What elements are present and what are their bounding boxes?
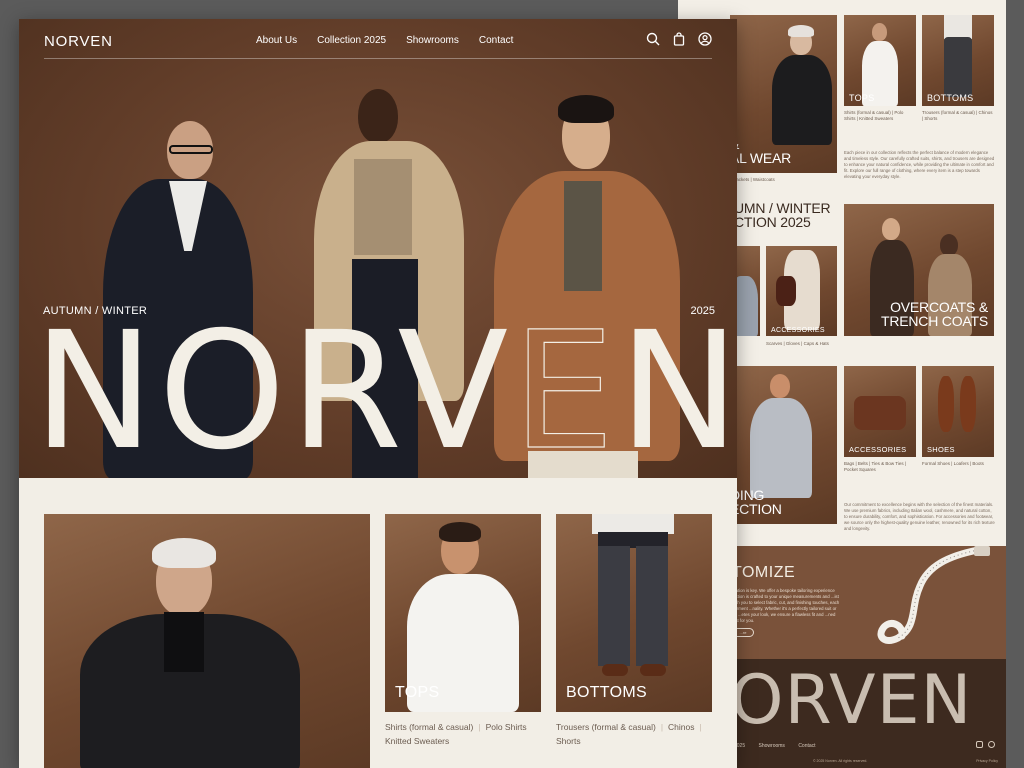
back-overcoats-label: OVERCOATS & TRENCH COATS: [880, 299, 988, 329]
nav-showrooms[interactable]: Showrooms: [406, 35, 459, 46]
back-acc-items-2: Bags | Belts | Ties & Bow Ties | Pocket …: [844, 461, 907, 472]
back-tops-items: Shirts (formal & casual) | Polo Shirts |…: [844, 110, 904, 121]
nav-icons: [646, 32, 712, 46]
back-paragraph-2: Our commitment to excellence begins with…: [844, 502, 995, 531]
nav-collection-2025[interactable]: Collection 2025: [317, 35, 386, 46]
tops-card[interactable]: TOPS: [385, 514, 541, 712]
back-footer-link-contact[interactable]: Contact: [798, 743, 815, 749]
back-copyright: © 2025 Norven. All rights reserved.: [813, 759, 868, 763]
back-acc-items-1: Scarves | Gloves | Caps & Hats: [766, 341, 829, 346]
instagram-icon[interactable]: [976, 741, 983, 748]
front-page: NORVEN About Us Collection 2025 Showroom…: [19, 19, 737, 768]
back-aw-title: UMN / WINTER CTION 2025: [734, 200, 831, 230]
privacy-policy-link[interactable]: Privacy Policy: [976, 759, 998, 763]
back-bottoms-card[interactable]: BOTTOMS: [922, 15, 994, 106]
bottoms-item[interactable]: Chinos: [668, 722, 694, 732]
tops-items: Shirts (formal & casual) | Polo Shirts Kni…: [385, 722, 527, 746]
back-accessories-label: ACCESSORIES: [771, 327, 825, 334]
back-shoes-label: SHOES: [927, 445, 955, 454]
back-bottoms-items: Trousers (formal & casual) | Chinos | Sh…: [922, 110, 993, 121]
back-overcoats-card[interactable]: OVERCOATS & TRENCH COATS: [844, 204, 994, 336]
back-shoes-card[interactable]: SHOES: [922, 366, 994, 457]
customize-text: ...ation is key. We offer a bespoke tail…: [732, 588, 840, 623]
back-footer-wordmark: ORVEN: [730, 661, 973, 740]
nav-links: About Us Collection 2025 Showrooms Conta…: [256, 35, 513, 46]
back-wedding-photo: DING ECTION: [730, 366, 837, 524]
user-icon[interactable]: [698, 32, 712, 46]
back-paragraph-1: Each piece in our collection reflects th…: [844, 150, 995, 179]
back-tops-card[interactable]: TOPS: [844, 15, 916, 106]
bottoms-label: BOTTOMS: [566, 684, 647, 701]
hero-section: NORVEN About Us Collection 2025 Showroom…: [19, 19, 737, 478]
back-tags-1: Jackets | Waistcoats: [734, 177, 775, 182]
top-navbar: NORVEN About Us Collection 2025 Showroom…: [44, 19, 712, 59]
back-bottoms-label: BOTTOMS: [927, 93, 974, 103]
nav-contact[interactable]: Contact: [479, 35, 513, 46]
back-accessories2-label: ACCESSORIES: [849, 445, 907, 454]
back-formal-photo: & AL WEAR: [730, 15, 837, 173]
nav-about-us[interactable]: About Us: [256, 35, 297, 46]
back-wedding-title: DING ECTION: [730, 487, 782, 517]
back-footer-links: 2025 Showrooms Contact: [734, 743, 828, 749]
tops-item[interactable]: Knitted Sweaters: [385, 736, 449, 746]
back-shoe-items: Formal Shoes | Loafers | Boots: [922, 461, 984, 466]
bottoms-items: Trousers (formal & casual) | Chinos | Short…: [556, 722, 702, 746]
back-tops-label: TOPS: [849, 93, 875, 103]
logo[interactable]: NORVEN: [44, 33, 113, 50]
facebook-icon[interactable]: [988, 741, 995, 748]
back-accessories-card[interactable]: ACCESSORIES: [766, 246, 837, 336]
formal-wear-card[interactable]: [44, 514, 370, 768]
tops-label: TOPS: [395, 684, 440, 701]
bag-icon[interactable]: [672, 32, 686, 46]
customize-title: TOMIZE: [732, 564, 796, 581]
tops-item[interactable]: Polo Shirts: [486, 722, 527, 732]
wordmark-part-b: N: [618, 298, 737, 478]
bottoms-card[interactable]: BOTTOMS: [556, 514, 712, 712]
back-formal-title: & AL WEAR: [730, 137, 792, 166]
tops-item[interactable]: Shirts (formal & casual): [385, 722, 473, 732]
back-footer-link-showrooms[interactable]: Showrooms: [759, 743, 785, 749]
hero-wordmark: NORVEN: [33, 310, 737, 473]
search-icon[interactable]: [646, 32, 660, 46]
bottoms-item[interactable]: Trousers (formal & casual): [556, 722, 656, 732]
wordmark-part-a: NORV: [33, 298, 513, 478]
back-accessories2-card[interactable]: ACCESSORIES: [844, 366, 916, 457]
measuring-tape-icon: [877, 546, 990, 644]
wordmark-outline-letter: E: [512, 298, 619, 478]
bottoms-item[interactable]: Shorts: [556, 736, 581, 746]
